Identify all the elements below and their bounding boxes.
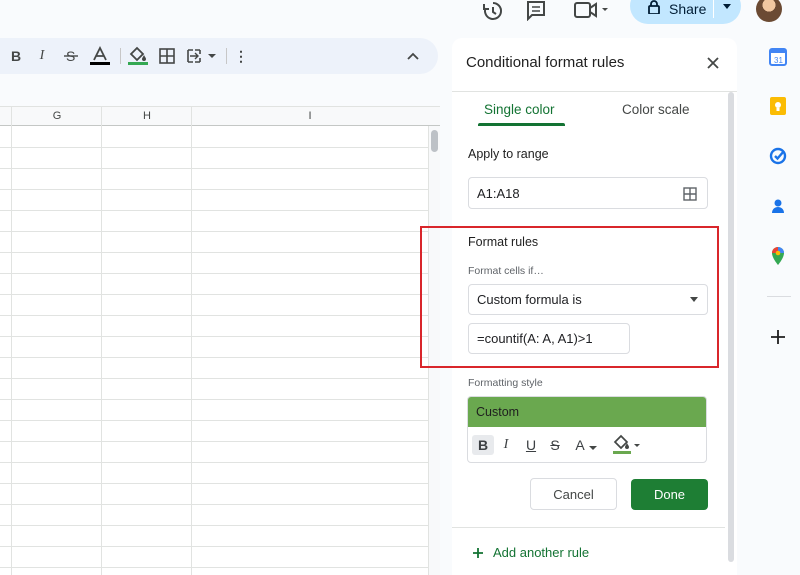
row-divider (0, 567, 428, 568)
active-tab-indicator (478, 123, 565, 126)
lock-icon (648, 0, 660, 14)
cancel-button[interactable]: Cancel (530, 478, 617, 510)
collapse-toolbar-button[interactable] (404, 46, 422, 66)
row-divider (0, 504, 428, 505)
more-options-button[interactable]: ⋮ (234, 46, 248, 66)
column-header-i[interactable]: I (192, 110, 428, 122)
calendar-icon[interactable]: 31 (767, 46, 789, 68)
row-divider (0, 294, 428, 295)
panel-title: Conditional format rules (466, 54, 625, 71)
merge-icon (187, 49, 216, 63)
paint-bucket-icon (128, 46, 148, 65)
row-divider (0, 420, 428, 421)
row-divider (0, 336, 428, 337)
spreadsheet-grid[interactable]: G H I (0, 106, 440, 575)
row-divider (0, 252, 428, 253)
plus-icon (473, 547, 483, 558)
maps-icon[interactable] (767, 245, 789, 267)
style-fill-color-button[interactable] (612, 434, 642, 455)
chevron-up-icon (407, 52, 419, 60)
tab-color-scale[interactable]: Color scale (622, 102, 690, 117)
column-headers: G H I (0, 106, 440, 126)
style-italic-button[interactable]: I (498, 435, 514, 455)
tasks-icon[interactable] (767, 145, 789, 167)
style-strikethrough-button[interactable]: S (547, 435, 563, 455)
row-divider (0, 210, 428, 211)
row-divider (0, 147, 428, 148)
style-text-color-button[interactable]: A (572, 435, 600, 455)
merge-cells-button[interactable] (186, 46, 220, 66)
dropdown-arrow-icon (588, 445, 597, 450)
text-color-button[interactable] (88, 46, 112, 66)
formatting-style-box: Custom B I U S A (467, 396, 707, 463)
side-panel-divider (767, 296, 791, 297)
row-divider (0, 315, 428, 316)
comment-icon[interactable] (525, 0, 547, 22)
scrollbar-thumb[interactable] (431, 130, 438, 152)
close-icon[interactable] (705, 55, 721, 71)
share-button[interactable]: Share (630, 0, 741, 24)
formatting-style-label: Formatting style (468, 377, 543, 389)
row-divider (0, 525, 428, 526)
history-icon[interactable] (482, 0, 504, 22)
select-range-icon[interactable] (683, 187, 697, 201)
row-divider (0, 462, 428, 463)
borders-icon (159, 48, 175, 64)
row-divider (0, 231, 428, 232)
tab-single-color[interactable]: Single color (484, 102, 555, 117)
panel-divider (452, 527, 725, 528)
share-label: Share (669, 1, 707, 17)
side-panel: 31 (763, 38, 800, 575)
row-divider (0, 273, 428, 274)
meet-icon[interactable] (573, 0, 613, 22)
keep-icon[interactable] (767, 95, 789, 117)
range-input[interactable]: A1:A18 (468, 177, 708, 209)
row-divider (0, 483, 428, 484)
italic-button[interactable]: I (34, 46, 50, 66)
contacts-icon[interactable] (767, 195, 789, 217)
column-header-g[interactable]: G (12, 110, 102, 122)
row-divider (0, 168, 428, 169)
formatting-toolbar: B I S ⋮ (0, 38, 438, 74)
top-bar: Share (0, 0, 800, 38)
toolbar-divider (120, 48, 121, 64)
bold-button[interactable]: B (8, 46, 24, 66)
share-divider (713, 0, 714, 18)
borders-button[interactable] (158, 46, 176, 66)
row-divider (0, 546, 428, 547)
share-dropdown-icon[interactable] (722, 4, 732, 10)
highlight-box (420, 226, 719, 368)
avatar[interactable] (756, 0, 782, 22)
done-button[interactable]: Done (631, 479, 708, 510)
strikethrough-button[interactable]: S (62, 46, 80, 66)
panel-divider (452, 91, 737, 92)
add-rule-label: Add another rule (493, 545, 590, 560)
style-bold-button[interactable]: B (472, 435, 494, 455)
row-divider (0, 399, 428, 400)
paint-bucket-icon (613, 434, 640, 454)
row-divider (0, 189, 428, 190)
add-icon[interactable] (767, 326, 789, 348)
style-underline-button[interactable]: U (523, 435, 539, 455)
range-value: A1:A18 (477, 185, 520, 201)
toolbar-divider (226, 48, 227, 64)
svg-text:31: 31 (774, 56, 783, 65)
row-divider (0, 357, 428, 358)
panel-scrollbar[interactable] (726, 90, 736, 575)
style-preview-text: Custom (476, 405, 520, 419)
add-another-rule-link[interactable]: Add another rule (472, 545, 589, 560)
panel-scrollbar-thumb[interactable] (728, 92, 734, 562)
text-color-glyph: A (575, 437, 585, 453)
style-preview[interactable]: Custom (468, 397, 706, 427)
row-divider (0, 441, 428, 442)
column-header-h[interactable]: H (102, 110, 192, 122)
apply-to-range-label: Apply to range (468, 147, 549, 161)
fill-color-button[interactable] (126, 46, 150, 66)
row-divider (0, 378, 428, 379)
